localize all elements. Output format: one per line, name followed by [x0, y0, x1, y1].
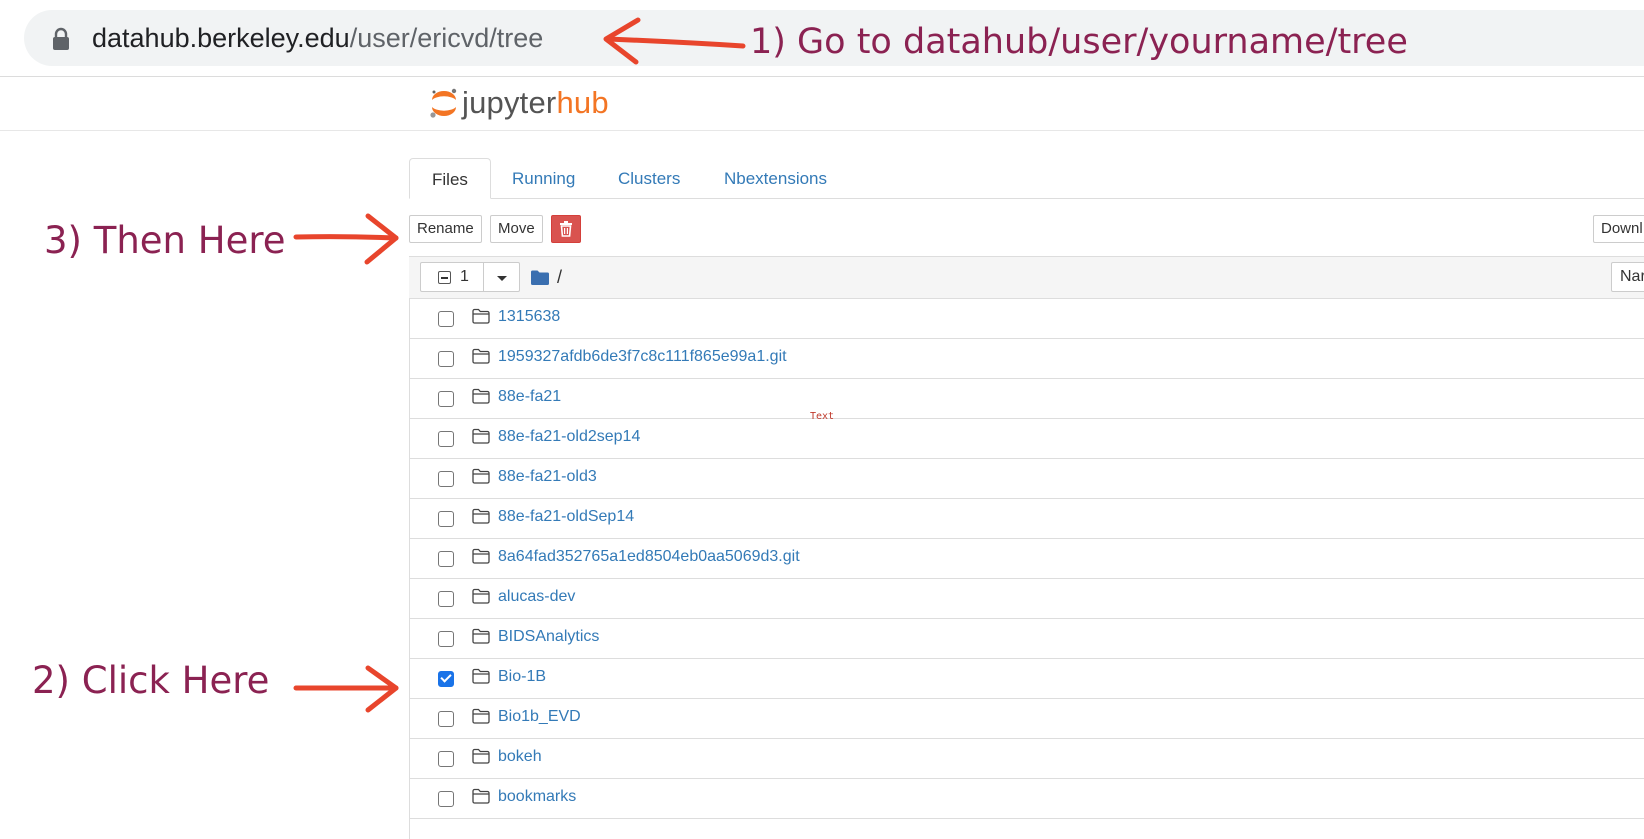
- logo-text: jupyterhub: [462, 85, 609, 121]
- delete-button[interactable]: [551, 215, 581, 243]
- annotation-step3: 3) Then Here: [44, 219, 286, 262]
- file-row[interactable]: bokeh: [410, 739, 1644, 779]
- url-text[interactable]: datahub.berkeley.edu/user/ericvd/tree: [92, 22, 543, 54]
- file-name-link[interactable]: 88e-fa21: [498, 388, 561, 406]
- folder-outline-icon: [472, 428, 490, 444]
- folder-outline-icon: [472, 788, 490, 804]
- lock-icon: [53, 27, 69, 50]
- logo-hub: hub: [556, 85, 609, 120]
- row-checkbox[interactable]: [438, 631, 454, 647]
- logo-jupyter: jupyter: [462, 85, 557, 120]
- row-checkbox[interactable]: [438, 791, 454, 807]
- folder-outline-icon: [472, 708, 490, 724]
- file-name-link[interactable]: Bio1b_EVD: [498, 708, 581, 726]
- folder-outline-icon: [472, 668, 490, 684]
- row-checkbox[interactable]: [438, 391, 454, 407]
- trash-icon: [560, 221, 572, 237]
- file-name-link[interactable]: 88e-fa21-oldSep14: [498, 508, 634, 526]
- annotation-step1: 1) Go to datahub/user/yourname/tree: [750, 22, 1408, 62]
- folder-outline-icon: [472, 468, 490, 484]
- file-list: 1315638 1959327afdb6de3f7c8c111f865e99a1.…: [409, 299, 1644, 839]
- stray-text-label: Text: [810, 411, 835, 422]
- tab-running[interactable]: Running: [490, 158, 597, 198]
- folder-outline-icon: [472, 548, 490, 564]
- folder-outline-icon: [472, 388, 490, 404]
- row-checkbox[interactable]: [438, 351, 454, 367]
- file-name-link[interactable]: 8a64fad352765a1ed8504eb0aa5069d3.git: [498, 548, 800, 566]
- file-name-link[interactable]: bokeh: [498, 748, 542, 766]
- folder-icon: [531, 270, 549, 285]
- file-row[interactable]: 88e-fa21-old3: [410, 459, 1644, 499]
- file-name-link[interactable]: 88e-fa21-old2sep14: [498, 428, 640, 446]
- row-checkbox[interactable]: [438, 551, 454, 567]
- arrow-to-rename: [293, 213, 399, 265]
- annotation-step2: 2) Click Here: [32, 659, 270, 702]
- breadcrumb[interactable]: /: [531, 265, 562, 289]
- file-name-link[interactable]: alucas-dev: [498, 588, 575, 606]
- breadcrumb-root[interactable]: /: [557, 267, 562, 288]
- file-row[interactable]: BIDSAnalytics: [410, 619, 1644, 659]
- sort-name-button[interactable]: Nar: [1611, 262, 1644, 292]
- folder-outline-icon: [472, 308, 490, 324]
- row-checkbox[interactable]: [438, 751, 454, 767]
- download-button[interactable]: Downl: [1593, 215, 1644, 243]
- rename-button[interactable]: Rename: [409, 215, 482, 243]
- folder-outline-icon: [472, 748, 490, 764]
- file-row[interactable]: 88e-fa21-oldSep14: [410, 499, 1644, 539]
- tab-clusters[interactable]: Clusters: [596, 158, 702, 198]
- row-checkbox[interactable]: [438, 711, 454, 727]
- file-name-link[interactable]: bookmarks: [498, 788, 576, 806]
- url-host: datahub.berkeley.edu: [92, 23, 350, 53]
- minus-square-icon: [438, 271, 451, 284]
- folder-outline-icon: [472, 588, 490, 604]
- file-row[interactable]: 88e-fa21: [410, 379, 1644, 419]
- row-checkbox[interactable]: [438, 311, 454, 327]
- file-list-header: 1 / Nar: [409, 256, 1644, 299]
- file-row[interactable]: 1959327afdb6de3f7c8c111f865e99a1.git: [410, 339, 1644, 379]
- file-row[interactable]: 88e-fa21-old2sep14: [410, 419, 1644, 459]
- folder-outline-icon: [472, 628, 490, 644]
- select-all-group[interactable]: 1: [420, 262, 520, 292]
- file-row[interactable]: bookmarks: [410, 779, 1644, 819]
- file-name-link[interactable]: BIDSAnalytics: [498, 628, 599, 646]
- row-checkbox[interactable]: [438, 431, 454, 447]
- file-name-link[interactable]: 1315638: [498, 308, 560, 326]
- move-button[interactable]: Move: [490, 215, 543, 243]
- file-row[interactable]: Bio-1B: [410, 659, 1644, 699]
- file-row[interactable]: 1315638: [410, 299, 1644, 339]
- row-checkbox[interactable]: [438, 591, 454, 607]
- file-row[interactable]: alucas-dev: [410, 579, 1644, 619]
- tab-files[interactable]: Files: [409, 158, 491, 199]
- jupyterhub-logo[interactable]: jupyterhub: [428, 83, 609, 123]
- jupyter-logo-icon: [430, 88, 457, 118]
- file-row[interactable]: Bio1b_EVD: [410, 699, 1644, 739]
- row-checkbox[interactable]: [438, 671, 454, 687]
- arrow-to-url: [603, 17, 746, 65]
- file-name-link[interactable]: 1959327afdb6de3f7c8c111f865e99a1.git: [498, 348, 787, 366]
- arrow-to-checkbox: [293, 665, 399, 713]
- file-row[interactable]: 8a64fad352765a1ed8504eb0aa5069d3.git: [410, 539, 1644, 579]
- select-all-checkbox[interactable]: 1: [420, 262, 484, 292]
- tab-bar: Files Running Clusters Nbextensions: [409, 158, 1644, 199]
- jupyterhub-header: jupyterhub: [0, 77, 1644, 131]
- file-name-link[interactable]: Bio-1B: [498, 668, 546, 686]
- caret-down-icon: [497, 276, 507, 281]
- file-name-link[interactable]: 88e-fa21-old3: [498, 468, 597, 486]
- folder-outline-icon: [472, 348, 490, 364]
- selected-count: 1: [460, 268, 469, 285]
- select-dropdown-toggle[interactable]: [484, 262, 520, 292]
- folder-outline-icon: [472, 508, 490, 524]
- row-checkbox[interactable]: [438, 471, 454, 487]
- url-path: /user/ericvd/tree: [349, 23, 544, 53]
- tab-nbextensions[interactable]: Nbextensions: [702, 158, 849, 198]
- row-checkbox[interactable]: [438, 511, 454, 527]
